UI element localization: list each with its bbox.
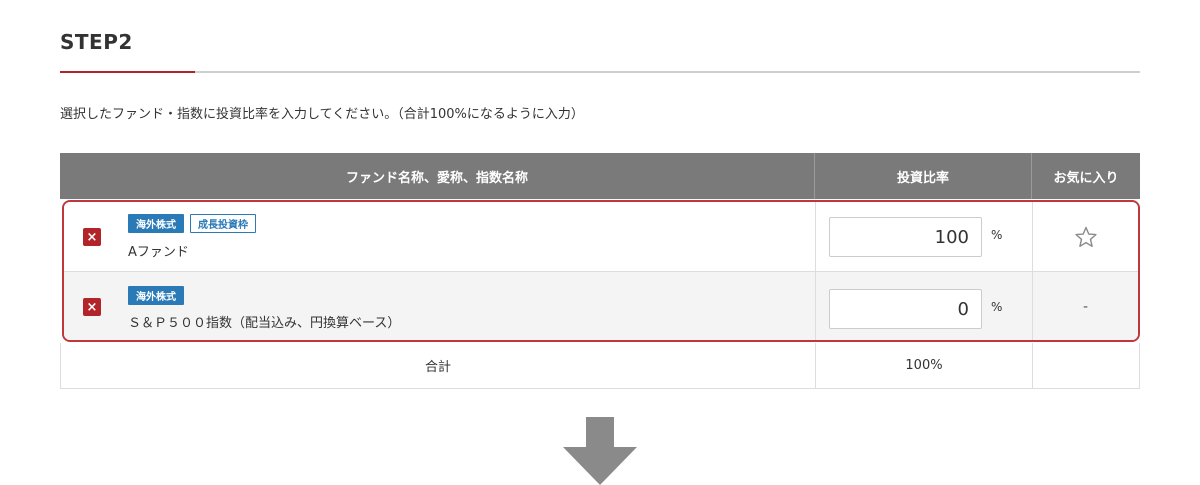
title-divider xyxy=(60,71,1140,73)
fund-name: Ｓ＆Ｐ５００指数（配当込み、円換算ベース） xyxy=(128,316,401,331)
favorite-cell xyxy=(1033,202,1138,271)
total-value: 100% xyxy=(816,343,1033,388)
total-row: 合計 100% xyxy=(60,343,1140,389)
ratio-cell: % xyxy=(816,272,1033,340)
favorite-cell: - xyxy=(1033,272,1138,340)
instruction-text: 選択したファンド・指数に投資比率を入力してください。（合計100%になるように入… xyxy=(60,107,584,122)
percent-unit: % xyxy=(991,300,1003,314)
ratio-input[interactable] xyxy=(829,217,982,257)
percent-unit: % xyxy=(991,228,1003,242)
arrow-down-icon xyxy=(563,417,637,485)
step-title: STEP2 xyxy=(60,30,133,54)
title-divider-accent xyxy=(60,71,195,73)
ratio-cell: % xyxy=(816,202,1033,271)
allocation-table-header: ファンド名称、愛称、指数名称 投資比率 お気に入り xyxy=(60,153,1140,199)
tag-overseas-equity: 海外株式 xyxy=(128,214,184,233)
selected-funds-frame: × 海外株式 成長投資枠 Aファンド % × 海外株式 Ｓ＆Ｐ５００指数（配当込… xyxy=(62,200,1140,342)
fund-name: Aファンド xyxy=(128,245,189,260)
fund-tags: 海外株式 成長投資枠 xyxy=(128,214,256,233)
header-fund-name: ファンド名称、愛称、指数名称 xyxy=(60,153,815,199)
header-favorite: お気に入り xyxy=(1053,170,1119,186)
tag-overseas-equity: 海外株式 xyxy=(128,286,184,305)
remove-fund-button[interactable]: × xyxy=(83,228,101,246)
remove-fund-button[interactable]: × xyxy=(83,298,101,316)
table-row: × 海外株式 Ｓ＆Ｐ５００指数（配当込み、円換算ベース） % - xyxy=(64,272,1138,340)
total-label: 合計 xyxy=(61,343,816,388)
fund-tags: 海外株式 xyxy=(128,286,184,305)
ratio-input[interactable] xyxy=(829,289,982,329)
fund-name-cell: × 海外株式 成長投資枠 Aファンド xyxy=(64,202,816,271)
favorite-unavailable-dash: - xyxy=(1082,299,1089,315)
star-outline-icon[interactable] xyxy=(1074,225,1098,249)
table-row: × 海外株式 成長投資枠 Aファンド % xyxy=(64,202,1138,272)
tag-growth-investment: 成長投資枠 xyxy=(190,214,256,233)
total-favorite-empty xyxy=(1033,343,1139,388)
header-investment-ratio: 投資比率 xyxy=(815,153,1032,199)
fund-name-cell: × 海外株式 Ｓ＆Ｐ５００指数（配当込み、円換算ベース） xyxy=(64,272,816,340)
